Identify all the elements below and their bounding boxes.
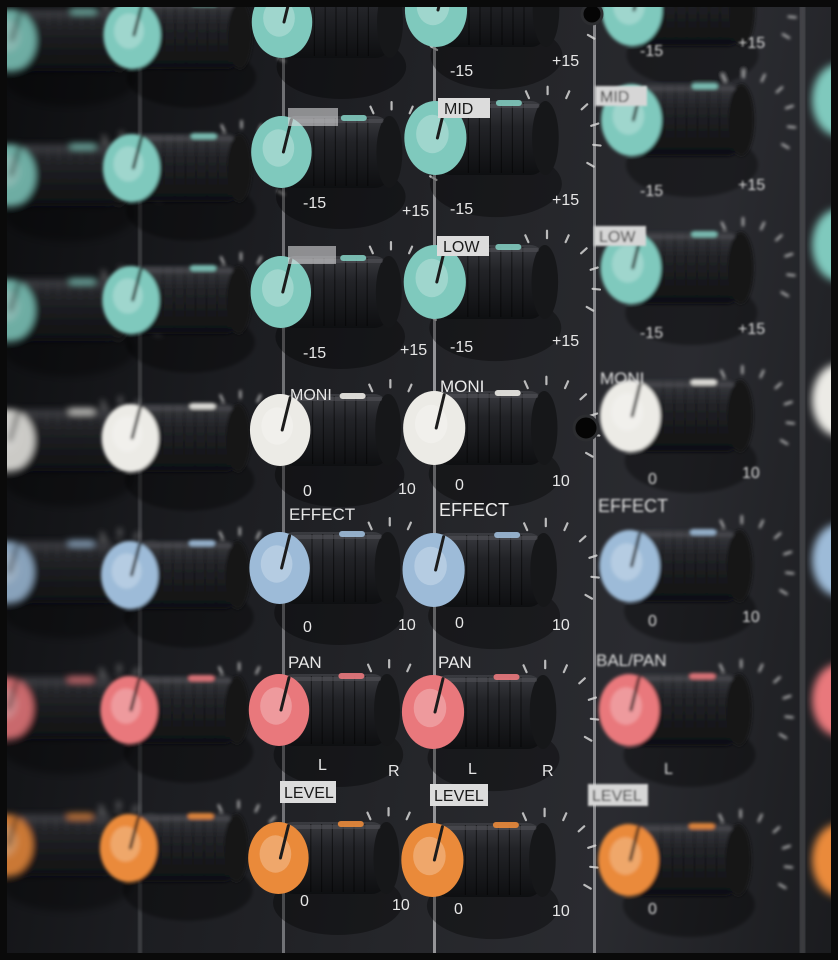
scale-eq-min: -15 xyxy=(303,195,326,212)
label-pan: PAN xyxy=(438,653,472,672)
scale-send-min: 0 xyxy=(648,471,657,488)
scale-pan-right: R xyxy=(542,763,554,780)
label-level: LEVEL xyxy=(434,788,484,805)
label-level: LEVEL xyxy=(284,785,334,802)
label-pan: PAN xyxy=(288,653,322,672)
scale-eq-max: +15 xyxy=(402,203,429,220)
scale-send-min: 0 xyxy=(455,477,464,494)
mixer-photo: MONI EFFECT PAN LEVEL -15 +15 -15 +15 0 … xyxy=(0,0,838,960)
scale-send-max: 10 xyxy=(742,609,760,626)
scale-send-max: 10 xyxy=(392,897,410,914)
far-right-knob-cap xyxy=(812,64,838,136)
label-mid: MID xyxy=(444,101,473,118)
label-moni: MONI xyxy=(600,369,644,388)
label-moni: MONI xyxy=(290,387,332,404)
scale-eq-max: +15 xyxy=(552,333,579,350)
strip-4-effect-send-knob xyxy=(599,515,795,644)
label-effect: EFFECT xyxy=(598,496,668,516)
label-mid: MID xyxy=(600,89,629,106)
scale-send-min: 0 xyxy=(455,615,464,632)
far-right-knob-cap xyxy=(812,524,838,596)
scale-send-min: 0 xyxy=(648,613,657,630)
strip-4-level-knob xyxy=(598,809,794,938)
strip-2-labels: MONI EFFECT PAN LEVEL -15 +15 -15 +15 0 … xyxy=(280,108,429,914)
scale-eq-min: -15 xyxy=(640,183,663,200)
label-low: LOW xyxy=(599,229,636,246)
scale-pan-left: L xyxy=(318,757,327,774)
far-right-knob-cap xyxy=(812,209,838,281)
scale-send-min: 0 xyxy=(303,619,312,636)
label-pan: BAL/PAN xyxy=(596,651,667,670)
scale-send-min: 0 xyxy=(648,901,657,918)
strip-3-pan-knob xyxy=(401,659,600,792)
scale-send-min: 0 xyxy=(454,901,463,918)
label-effect: EFFECT xyxy=(289,505,355,524)
scale-eq-min: -15 xyxy=(640,325,663,342)
scale-eq-max: +15 xyxy=(738,321,765,338)
strip-4-pan-knob xyxy=(598,659,794,788)
label-level: LEVEL xyxy=(592,788,642,805)
scale-pan-left: L xyxy=(468,761,477,778)
far-right-knob-cap xyxy=(812,824,838,896)
scale-eq-min: -15 xyxy=(450,339,473,356)
scale-eq-min: -15 xyxy=(640,43,663,60)
scale-pan-right: R xyxy=(388,763,400,780)
label-moni: MONI xyxy=(440,377,484,396)
far-right-knob-cap xyxy=(812,364,838,436)
scale-send-min: 0 xyxy=(303,483,312,500)
scale-send-max: 10 xyxy=(552,617,570,634)
label-low: LOW xyxy=(443,239,480,256)
scale-send-max: 10 xyxy=(398,481,416,498)
far-right-knob-column xyxy=(812,64,838,896)
scale-eq-min: -15 xyxy=(450,63,473,80)
scale-eq-max: +15 xyxy=(552,192,579,209)
scale-send-max: 10 xyxy=(742,465,760,482)
scale-send-max: 10 xyxy=(552,903,570,920)
strip-4-mid-eq-knob xyxy=(601,0,797,88)
scale-eq-min: -15 xyxy=(303,345,326,362)
scale-send-min: 0 xyxy=(300,893,309,910)
mixer-illustration: MONI EFFECT PAN LEVEL -15 +15 -15 +15 0 … xyxy=(0,0,838,960)
scale-pan-left: L xyxy=(664,761,673,778)
scale-eq-max: +15 xyxy=(400,342,427,359)
scale-eq-max: +15 xyxy=(738,35,765,52)
scale-send-max: 10 xyxy=(552,473,570,490)
scale-send-max: 10 xyxy=(398,617,416,634)
scale-eq-max: +15 xyxy=(738,177,765,194)
scale-eq-min: -15 xyxy=(450,201,473,218)
label-effect: EFFECT xyxy=(439,500,509,520)
strip-3-monitor-send-knob xyxy=(403,375,601,508)
far-right-knob-cap xyxy=(812,664,838,736)
scale-eq-max: +15 xyxy=(552,53,579,70)
